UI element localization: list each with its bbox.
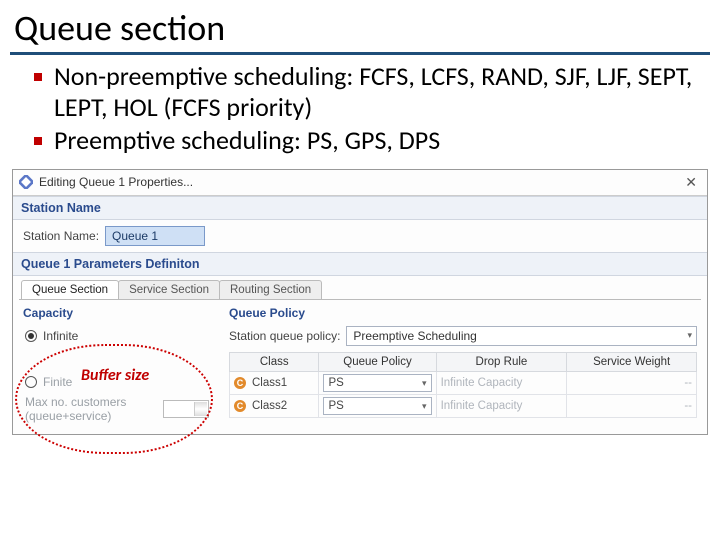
tab-body: Capacity Infinite Finite Max no. custome… [19,299,701,434]
row-policy-select[interactable]: PS ▾ [323,397,431,415]
capacity-infinite-option[interactable]: Infinite [23,326,213,346]
section-header-params: Queue 1 Parameters Definiton [13,252,707,276]
class-name: Class1 [252,377,287,389]
col-drop-rule: Drop Rule [436,352,567,371]
chevron-down-icon: ▾ [422,378,427,389]
bullet-text: Non-preemptive scheduling: FCFS, LCFS, R… [54,61,698,123]
chevron-down-icon: ▾ [687,330,692,341]
tab-routing-section[interactable]: Routing Section [219,280,322,299]
capacity-panel: Capacity Infinite Finite Max no. custome… [23,306,213,426]
slide-title: Queue section [0,0,720,52]
drop-rule-cell: Infinite Capacity [436,394,567,417]
row-policy-select[interactable]: PS ▾ [323,374,431,392]
radio-label: Finite [43,375,72,389]
max-customers-label: Max no. customers (queue+service) [25,395,145,423]
service-weight-cell: -- [567,371,697,394]
station-policy-label: Station queue policy: [229,329,340,343]
col-queue-policy: Queue Policy [319,352,436,371]
select-value: Preemptive Scheduling [353,329,476,343]
radio-icon [25,330,37,342]
title-underline [10,52,710,55]
bullet-marker [34,137,42,145]
close-button[interactable]: ✕ [681,174,701,191]
tab-queue-section[interactable]: Queue Section [21,280,119,299]
select-value: PS [328,377,343,389]
bullet-list: Non-preemptive scheduling: FCFS, LCFS, R… [0,61,720,167]
drop-rule-cell: Infinite Capacity [436,371,567,394]
station-policy-row: Station queue policy: Preemptive Schedul… [229,326,697,346]
class-cell: C Class1 [234,377,314,389]
capacity-finite-option[interactable]: Finite [23,372,213,392]
col-service-weight: Service Weight [567,352,697,371]
service-weight-cell: -- [567,394,697,417]
station-policy-select[interactable]: Preemptive Scheduling ▾ [346,326,697,346]
chevron-down-icon: ▾ [422,401,427,412]
class-icon: C [234,377,246,389]
titlebar: Editing Queue 1 Properties... ✕ [13,170,707,196]
dialog-window: Editing Queue 1 Properties... ✕ Station … [12,169,708,435]
tab-service-section[interactable]: Service Section [118,280,220,299]
bullet-text: Preemptive scheduling: PS, GPS, DPS [54,125,440,156]
tab-bar: Queue Section Service Section Routing Se… [13,276,707,299]
station-name-row: Station Name: Queue 1 [13,220,707,252]
station-name-label: Station Name: [23,229,99,243]
class-icon: C [234,400,246,412]
max-customers-row: Max no. customers (queue+service) ∞ [23,392,213,426]
station-name-input[interactable]: Queue 1 [105,226,205,246]
app-logo-icon [19,175,33,189]
dialog-title: Editing Queue 1 Properties... [39,175,681,189]
section-header-station: Station Name [13,196,707,220]
max-customers-spinner[interactable]: ∞ [163,400,209,418]
queue-policy-panel: Queue Policy Station queue policy: Preem… [229,306,697,426]
capacity-title: Capacity [23,306,213,320]
class-cell: C Class2 [234,400,314,412]
table-row: C Class2 PS ▾ Infinite Capacity -- [230,394,697,417]
table-row: C Class1 PS ▾ Infinite Capacity -- [230,371,697,394]
col-class: Class [230,352,319,371]
bullet-item: Non-preemptive scheduling: FCFS, LCFS, R… [34,61,698,123]
bullet-item: Preemptive scheduling: PS, GPS, DPS [34,125,698,156]
queue-policy-title: Queue Policy [229,306,697,320]
class-name: Class2 [252,400,287,412]
policy-table: Class Queue Policy Drop Rule Service Wei… [229,352,697,418]
radio-label: Infinite [43,329,78,343]
radio-icon [25,376,37,388]
select-value: PS [328,400,343,412]
bullet-marker [34,73,42,81]
